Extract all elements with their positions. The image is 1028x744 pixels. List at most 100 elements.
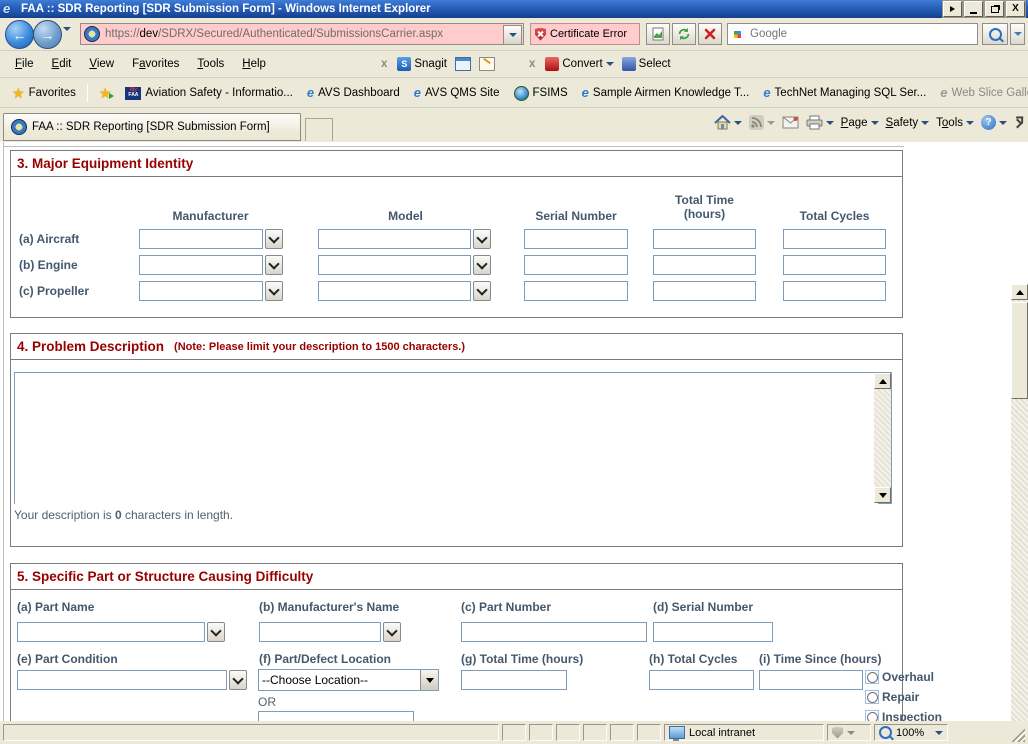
manufacturers-name-dropdown[interactable]	[383, 622, 401, 642]
textarea-scrollbar[interactable]	[874, 373, 891, 503]
scroll-up-button[interactable]	[1011, 284, 1028, 300]
propeller-total-cycles-input[interactable]	[783, 281, 886, 301]
aircraft-manufacturer-dropdown[interactable]	[265, 229, 283, 249]
vertical-scrollbar[interactable]	[1011, 284, 1028, 721]
radio-button-icon[interactable]	[865, 670, 879, 684]
aircraft-model-input[interactable]	[318, 229, 471, 249]
engine-serial-input[interactable]	[524, 255, 628, 275]
resize-grip[interactable]	[1011, 728, 1025, 742]
back-button[interactable]: ←	[5, 20, 34, 49]
snagit-edit-button[interactable]	[475, 55, 499, 73]
recent-pages-dropdown[interactable]	[63, 31, 71, 43]
address-field[interactable]: https://dev/SDRX/Secured/Authenticated/S…	[80, 23, 524, 45]
part-condition-input[interactable]	[17, 670, 227, 690]
part-number-input[interactable]	[461, 622, 647, 642]
favorite-item-web-slice-gallery[interactable]: e Web Slice Gallery	[934, 84, 1028, 102]
engine-total-cycles-input[interactable]	[783, 255, 886, 275]
select-button[interactable]: Select	[618, 55, 675, 73]
print-button[interactable]	[806, 115, 834, 130]
protected-mode-button[interactable]	[827, 724, 871, 741]
snagit-button[interactable]: S Snagit	[393, 55, 451, 73]
menu-view[interactable]: View	[80, 55, 123, 73]
read-mail-button[interactable]	[782, 116, 799, 129]
radio-button-icon[interactable]	[865, 690, 879, 704]
time-since-input[interactable]	[759, 670, 863, 690]
convert-button[interactable]: Convert	[541, 55, 617, 73]
part-total-cycles-input[interactable]	[649, 670, 754, 690]
menu-file[interactable]: File	[6, 55, 43, 73]
aircraft-model-dropdown[interactable]	[473, 229, 491, 249]
part-name-input[interactable]	[17, 622, 205, 642]
tab-sdr-reporting[interactable]: FAA :: SDR Reporting [SDR Submission For…	[3, 113, 301, 141]
search-input[interactable]	[748, 27, 974, 41]
menu-help[interactable]: Help	[233, 55, 275, 73]
refresh-button[interactable]	[672, 23, 696, 45]
favorite-item-avs-qms[interactable]: e AVS QMS Site	[408, 84, 506, 102]
zoom-control[interactable]: 100%	[874, 724, 948, 741]
certificate-error-badge[interactable]: Certificate Error	[530, 23, 640, 45]
engine-model-dropdown[interactable]	[473, 255, 491, 275]
description-textarea[interactable]	[15, 373, 878, 507]
radio-repair[interactable]: Repair	[865, 690, 919, 704]
part-condition-dropdown[interactable]	[229, 670, 247, 690]
defect-location-select[interactable]: --Choose Location--	[258, 669, 439, 691]
menu-edit[interactable]: Edit	[43, 55, 81, 73]
snagit-capture-window-button[interactable]	[451, 55, 475, 73]
search-button[interactable]	[982, 23, 1008, 45]
add-favorite-button[interactable]: ★	[93, 83, 118, 103]
manufacturers-name-input[interactable]	[259, 622, 381, 642]
engine-model-input[interactable]	[318, 255, 471, 275]
radio-inspection[interactable]: Inspection	[865, 710, 942, 721]
address-dropdown-button[interactable]	[503, 25, 522, 45]
defect-location-other-input[interactable]	[258, 711, 414, 721]
favorite-item-aviation-safety[interactable]: MyFAA Aviation Safety - Informatio...	[119, 84, 298, 103]
menu-favorites[interactable]: Favorites	[123, 55, 188, 73]
propeller-model-input[interactable]	[318, 281, 471, 301]
propeller-serial-input[interactable]	[524, 281, 628, 301]
overflow-chevron-icon[interactable]	[1014, 119, 1024, 127]
scroll-up-button[interactable]	[874, 373, 891, 389]
home-button[interactable]	[714, 115, 742, 130]
propeller-manufacturer-dropdown[interactable]	[265, 281, 283, 301]
close-button[interactable]: X	[1006, 1, 1025, 17]
favorites-button[interactable]: ★ Favorites	[6, 83, 82, 103]
aircraft-total-time-input[interactable]	[653, 229, 756, 249]
propeller-manufacturer-input[interactable]	[139, 281, 263, 301]
forward-button[interactable]: →	[33, 20, 62, 49]
help-menu-button[interactable]: ?	[981, 115, 1007, 130]
favorite-item-airmen-knowledge[interactable]: e Sample Airmen Knowledge T...	[576, 84, 756, 102]
serial-number-input[interactable]	[653, 622, 773, 642]
search-box[interactable]	[727, 23, 978, 45]
go-button[interactable]	[646, 23, 670, 45]
toolbar-overflow-button[interactable]	[943, 1, 962, 17]
engine-manufacturer-input[interactable]	[139, 255, 263, 275]
adobe-toolbar-close-button[interactable]: x	[523, 58, 541, 70]
safety-menu-button[interactable]: Safety	[886, 117, 930, 129]
stop-button[interactable]	[698, 23, 722, 45]
snagit-toolbar-close-button[interactable]: x	[375, 58, 393, 70]
engine-manufacturer-dropdown[interactable]	[265, 255, 283, 275]
aircraft-manufacturer-input[interactable]	[139, 229, 263, 249]
propeller-model-dropdown[interactable]	[473, 281, 491, 301]
scrollbar-thumb[interactable]	[1011, 302, 1028, 399]
scroll-down-button[interactable]	[874, 487, 891, 503]
engine-total-time-input[interactable]	[653, 255, 756, 275]
aircraft-total-cycles-input[interactable]	[783, 229, 886, 249]
minimize-button[interactable]	[964, 1, 983, 17]
aircraft-serial-input[interactable]	[524, 229, 628, 249]
feeds-button[interactable]	[749, 115, 775, 130]
tools-menu-button[interactable]: Tools	[936, 117, 974, 129]
part-name-dropdown[interactable]	[207, 622, 225, 642]
select-dropdown-button[interactable]	[420, 670, 438, 690]
favorite-item-fsims[interactable]: FSIMS	[508, 83, 574, 104]
radio-overhaul[interactable]: Overhaul	[865, 670, 934, 684]
page-menu-button[interactable]: Page	[841, 117, 879, 129]
propeller-total-time-input[interactable]	[653, 281, 756, 301]
restore-button[interactable]	[985, 1, 1004, 17]
menu-tools[interactable]: Tools	[188, 55, 233, 73]
radio-button-icon[interactable]	[865, 710, 879, 721]
favorite-item-technet-sql[interactable]: e TechNet Managing SQL Ser...	[757, 84, 932, 102]
part-total-time-input[interactable]	[461, 670, 567, 690]
favorite-item-avs-dashboard[interactable]: e AVS Dashboard	[301, 84, 406, 102]
new-tab-stub[interactable]	[305, 118, 333, 141]
